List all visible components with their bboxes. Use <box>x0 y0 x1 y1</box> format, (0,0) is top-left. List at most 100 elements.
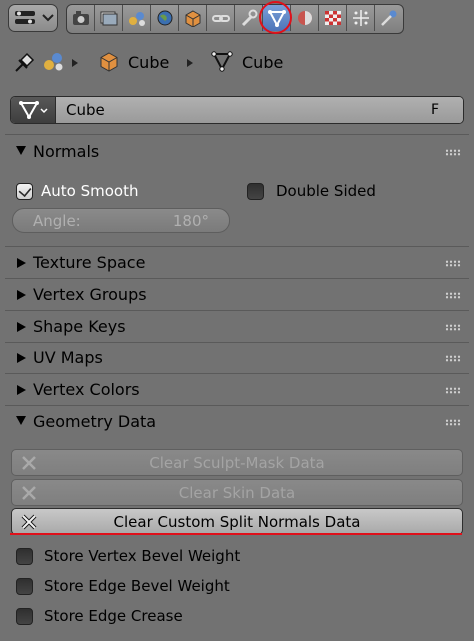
material-icon <box>297 11 312 25</box>
datablock-browse-button[interactable] <box>11 97 55 123</box>
store-edge-crease-checkbox[interactable]: Store Edge Crease <box>16 606 316 628</box>
breadcrumb: Cube Cube <box>0 42 474 82</box>
context-tabs <box>66 4 404 34</box>
drag-grip-icon[interactable] <box>445 387 461 394</box>
tab-particles[interactable] <box>347 5 375 31</box>
expand-down-icon <box>16 416 26 425</box>
checkbox-checked-icon[interactable] <box>16 183 33 200</box>
object-icon <box>100 52 118 72</box>
panel-title: Texture Space <box>33 253 146 272</box>
store-edge-bevel-weight-checkbox[interactable]: Store Edge Bevel Weight <box>16 576 316 598</box>
render-icon <box>72 11 89 25</box>
double-sided-label: Double Sided <box>276 182 376 200</box>
panel-vertex-colors-header[interactable]: Vertex Colors <box>5 375 469 405</box>
clear-skin-data-button[interactable]: Clear Skin Data <box>11 479 463 506</box>
checkbox-label: Store Edge Bevel Weight <box>44 577 230 595</box>
constraints-icon <box>211 15 230 22</box>
divider <box>5 246 469 247</box>
breadcrumb-arrow-icon <box>187 59 193 67</box>
divider <box>5 405 469 406</box>
drag-grip-icon[interactable] <box>445 324 461 331</box>
physics-icon <box>381 10 397 26</box>
mesh-data-icon <box>19 101 48 120</box>
tab-material[interactable] <box>291 5 319 31</box>
breadcrumb-object: Cube <box>128 53 170 72</box>
tab-mesh-data[interactable] <box>263 5 291 31</box>
button-label: Clear Custom Split Normals Data <box>113 513 361 531</box>
divider <box>5 278 469 279</box>
pin-icon[interactable] <box>12 51 36 75</box>
panel-normals-header[interactable]: Normals <box>5 137 469 167</box>
tab-render-layers[interactable] <box>95 5 123 31</box>
checkbox-unchecked-icon[interactable] <box>16 548 33 565</box>
panel-title: Normals <box>33 142 100 161</box>
checkbox-unchecked-icon[interactable] <box>16 608 33 625</box>
fake-user-button[interactable]: F <box>406 97 463 123</box>
double-sided-checkbox[interactable]: Double Sided <box>247 181 447 203</box>
panel-vertex-groups-header[interactable]: Vertex Groups <box>5 280 469 310</box>
expand-right-icon <box>17 385 26 395</box>
drag-grip-icon[interactable] <box>445 260 461 267</box>
checkbox-unchecked-icon[interactable] <box>16 578 33 595</box>
drag-grip-icon[interactable] <box>445 419 461 426</box>
tab-constraints[interactable] <box>207 5 235 31</box>
modifiers-icon <box>241 9 257 27</box>
panel-geometry-data-header[interactable]: Geometry Data <box>5 407 469 437</box>
angle-slider[interactable]: Angle: 180° <box>12 208 230 233</box>
expand-right-icon <box>17 322 26 332</box>
drag-grip-icon[interactable] <box>445 355 461 362</box>
tab-world[interactable] <box>151 5 179 31</box>
drag-grip-icon[interactable] <box>445 149 461 156</box>
divider <box>5 134 469 135</box>
mesh-datablock-selector: Cube F <box>10 96 464 124</box>
particles-icon <box>352 10 369 26</box>
button-label: Clear Skin Data <box>178 484 296 502</box>
panel-title: Vertex Groups <box>33 285 147 304</box>
store-vertex-bevel-weight-checkbox[interactable]: Store Vertex Bevel Weight <box>16 546 316 568</box>
checkbox-unchecked-icon[interactable] <box>247 183 264 200</box>
panel-title: Shape Keys <box>33 317 126 336</box>
breadcrumb-mesh: Cube <box>242 53 284 72</box>
scene-icon <box>128 12 145 26</box>
world-icon <box>157 10 172 26</box>
panel-texture-space-header[interactable]: Texture Space <box>5 248 469 278</box>
auto-smooth-label: Auto Smooth <box>41 182 139 200</box>
tab-scene[interactable] <box>123 5 151 31</box>
properties-header <box>0 0 474 36</box>
button-label: Clear Sculpt-Mask Data <box>149 454 325 472</box>
tab-modifiers[interactable] <box>235 5 263 31</box>
datablock-name-field[interactable]: Cube <box>55 97 407 123</box>
clear-sculpt-mask-button[interactable]: Clear Sculpt-Mask Data <box>11 449 463 476</box>
tab-render[interactable] <box>67 5 95 31</box>
checkbox-label: Store Edge Crease <box>44 607 183 625</box>
tab-texture[interactable] <box>319 5 347 31</box>
highlight-underline <box>10 533 462 535</box>
panel-title: UV Maps <box>33 348 103 367</box>
panel-shape-keys-header[interactable]: Shape Keys <box>5 312 469 342</box>
tab-object[interactable] <box>179 5 207 31</box>
checkbox-label: Store Vertex Bevel Weight <box>44 547 241 565</box>
drag-grip-icon[interactable] <box>445 292 461 299</box>
divider <box>5 373 469 374</box>
render-layers-icon <box>100 11 117 26</box>
panel-uv-maps-header[interactable]: UV Maps <box>5 343 469 373</box>
expand-right-icon <box>17 258 26 268</box>
panel-title: Vertex Colors <box>33 380 140 399</box>
expand-right-icon <box>17 290 26 300</box>
angle-label: Angle: <box>33 212 81 230</box>
breadcrumb-arrow-icon <box>72 59 78 67</box>
properties-editor-icon <box>15 11 54 24</box>
auto-smooth-checkbox[interactable]: Auto Smooth <box>16 181 216 203</box>
tab-physics[interactable] <box>375 5 403 31</box>
panel-title: Geometry Data <box>33 412 157 431</box>
angle-value: 180° <box>172 212 209 230</box>
editor-type-button[interactable] <box>8 4 58 32</box>
divider <box>5 310 469 311</box>
mesh-data-icon <box>211 51 233 72</box>
object-icon <box>185 10 200 27</box>
expand-down-icon <box>16 146 26 155</box>
expand-right-icon <box>17 353 26 363</box>
clear-custom-split-normals-button[interactable]: Clear Custom Split Normals Data <box>11 508 463 535</box>
datablock-name: Cube <box>66 101 105 119</box>
scene-icon <box>44 53 63 71</box>
